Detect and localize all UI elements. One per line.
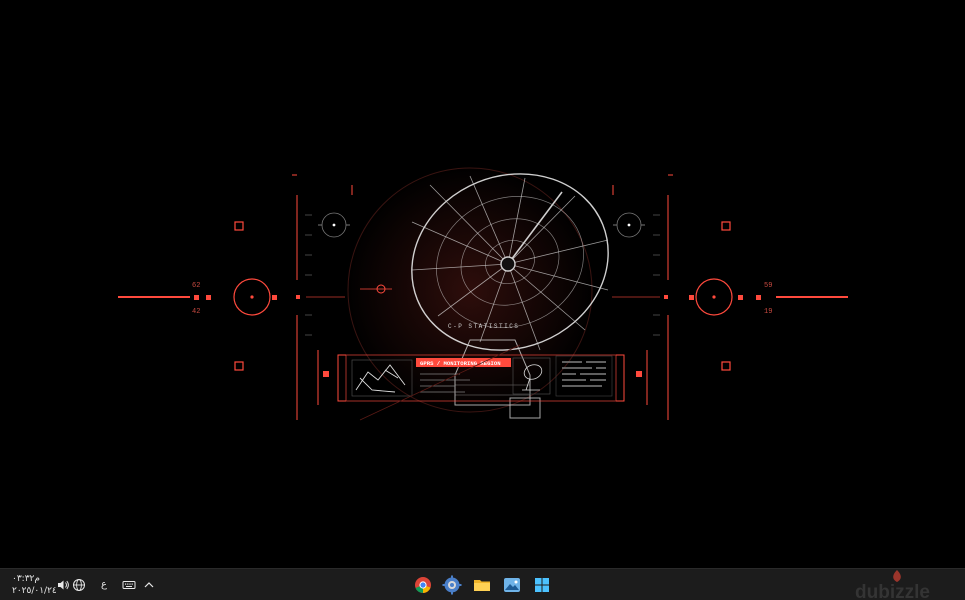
- chrome-icon[interactable]: [412, 574, 434, 596]
- dubizzle-watermark-logo: dubizzle: [855, 570, 930, 600]
- settings-icon[interactable]: [441, 574, 463, 596]
- left-target-ring: [233, 278, 271, 316]
- right-crosshair: [613, 212, 645, 238]
- right-target-ring: [695, 278, 733, 316]
- desktop-wallpaper: C-P STATISTICS GPRS / MONITORING REGION: [0, 0, 965, 568]
- keyboard-icon[interactable]: [122, 578, 136, 592]
- taskbar-time[interactable]: م٠٣:٣٢: [12, 574, 40, 584]
- photos-icon[interactable]: [501, 574, 523, 596]
- file-explorer-icon[interactable]: [471, 574, 493, 596]
- language-indicator[interactable]: ع: [101, 580, 107, 590]
- right-top-number: 59: [764, 282, 772, 290]
- chevron-up-icon[interactable]: [142, 578, 156, 592]
- left-top-number: 62: [192, 282, 200, 290]
- taskbar-date[interactable]: ٢٠٢٥/٠١/٢٤: [12, 586, 57, 596]
- volume-icon[interactable]: [56, 578, 70, 592]
- svg-text:dubizzle: dubizzle: [855, 582, 930, 600]
- hud-left-line: [118, 295, 345, 300]
- right-bottom-number: 19: [764, 308, 772, 316]
- start-icon[interactable]: [531, 574, 553, 596]
- left-bottom-number: 42: [192, 308, 200, 316]
- panel-title: GPRS / MONITORING REGION: [420, 360, 501, 367]
- dish-glow: [345, 165, 595, 415]
- dish-label: C-P STATISTICS: [448, 323, 519, 330]
- hud-right-line: [612, 295, 848, 300]
- network-globe-icon[interactable]: [72, 578, 86, 592]
- left-crosshair: [318, 212, 350, 238]
- taskbar: م٠٣:٣٢ ٢٠٢٥/٠١/٢٤ ع dubizzle: [0, 568, 965, 600]
- radar-hud-wallpaper: C-P STATISTICS GPRS / MONITORING REGION: [118, 165, 848, 421]
